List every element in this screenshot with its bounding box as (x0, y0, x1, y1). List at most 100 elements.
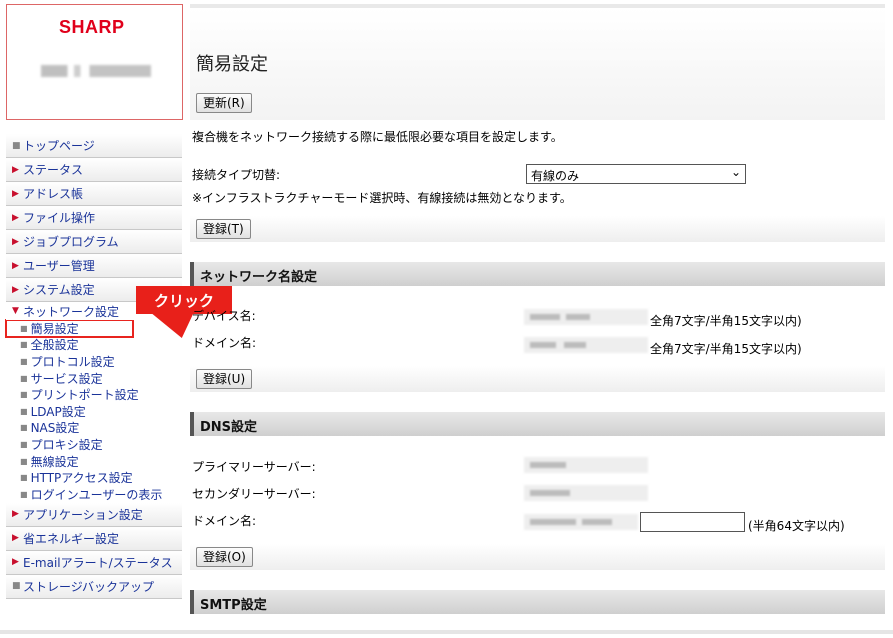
sidebar-subitem-login-users[interactable]: ■ ログインユーザーの表示 (6, 486, 182, 503)
sidebar-item-file-ops[interactable]: ▶ ファイル操作 (6, 206, 182, 230)
page: SHARP ■ トップページ ▶ ステータス ▶ アドレス帳 ▶ ファイル操作 … (0, 0, 893, 638)
triangle-right-icon: ▶ (12, 509, 19, 520)
triangle-right-icon: ▶ (12, 188, 19, 199)
domain-name-hint: 全角7文字/半角15文字以内) (650, 342, 802, 356)
sidebar-subitem-proxy[interactable]: ■ プロキシ設定 (6, 436, 182, 453)
sidebar-item-label: ストレージバックアップ (23, 579, 155, 594)
sidebar-subitem-label: 無線設定 (30, 454, 79, 469)
sidebar-subitem-protocol[interactable]: ■ プロトコル設定 (6, 353, 182, 370)
connection-note: ※インフラストラクチャーモード選択時、有線接続は無効となります。 (192, 191, 572, 205)
chevron-down-icon: ⌄ (730, 165, 741, 179)
sidebar-subitem-label: サービス設定 (30, 371, 103, 386)
square-bullet-icon: ■ (20, 406, 28, 416)
title-band: 簡易設定 (190, 4, 885, 120)
triangle-right-icon: ▶ (12, 284, 19, 295)
sidebar-item-email-alert[interactable]: ▶ E-mailアラート/ステータス (6, 550, 182, 575)
sidebar-subitem-http-access[interactable]: ■ HTTPアクセス設定 (6, 469, 182, 486)
sidebar-item-label: ステータス (23, 163, 84, 177)
section-dns: DNS設定 (190, 412, 885, 436)
sidebar-subitem-label: 簡易設定 (30, 321, 79, 336)
square-bullet-icon: ■ (20, 473, 28, 483)
sidebar-subitem-wireless[interactable]: ■ 無線設定 (6, 453, 182, 470)
sidebar-menu: ■ トップページ ▶ ステータス ▶ アドレス帳 ▶ ファイル操作 ▶ ジョブプ… (5, 134, 182, 599)
sidebar-item-label: ファイル操作 (23, 211, 96, 225)
primary-server-label: プライマリーサーバー: (192, 460, 316, 474)
secondary-server-field-blurred[interactable] (524, 485, 648, 501)
sidebar-item-label: アドレス帳 (23, 187, 84, 201)
domain-name-field-blurred[interactable] (524, 337, 648, 353)
sidebar-subitem-label: プロキシ設定 (30, 437, 103, 452)
connection-type-select[interactable]: 有線のみ ⌄ (526, 164, 746, 184)
bottom-border (0, 630, 893, 634)
register-u-button[interactable]: 登録(U) (196, 369, 253, 389)
connection-type-value: 有線のみ (531, 169, 580, 183)
square-bullet-icon: ■ (20, 340, 28, 350)
triangle-right-icon: ▶ (12, 533, 19, 544)
section-title: DNS設定 (200, 420, 258, 435)
sidebar-item-storage-backup[interactable]: ■ ストレージバックアップ (6, 574, 182, 599)
square-bullet-icon: ■ (20, 323, 28, 333)
dns-domain-field-blurred[interactable] (524, 514, 638, 530)
section-smtp: SMTP設定 (190, 590, 885, 614)
sidebar-subitem-easy-settings[interactable]: ■ 簡易設定 (5, 319, 134, 338)
connection-type-label: 接続タイプ切替: (192, 168, 281, 182)
square-bullet-icon: ■ (20, 423, 28, 433)
sidebar-subitem-service[interactable]: ■ サービス設定 (6, 370, 182, 387)
secondary-server-label: セカンダリーサーバー: (192, 487, 316, 501)
sidebar-item-label: E-mailアラート/ステータス (23, 555, 173, 570)
sidebar-subitem-label: HTTPアクセス設定 (30, 471, 133, 486)
page-title: 簡易設定 (196, 54, 268, 75)
register-bar-o (190, 544, 885, 570)
sidebar-item-user-mgmt[interactable]: ▶ ユーザー管理 (6, 254, 182, 278)
sidebar-subitem-label: 全般設定 (30, 338, 79, 353)
square-bullet-icon: ■ (12, 581, 21, 592)
sidebar-subitem-label: NAS設定 (30, 421, 80, 436)
sidebar-item-address-book[interactable]: ▶ アドレス帳 (6, 182, 182, 206)
sidebar-item-status[interactable]: ▶ ステータス (6, 158, 182, 182)
section-network-name: ネットワーク名設定 (190, 262, 885, 286)
sidebar-item-label: アプリケーション設定 (23, 507, 143, 522)
section-title: SMTP設定 (200, 598, 267, 613)
primary-server-field-blurred[interactable] (524, 457, 648, 473)
sidebar-subitem-label: LDAP設定 (30, 404, 86, 419)
register-o-button[interactable]: 登録(O) (196, 547, 253, 567)
device-name-field-blurred[interactable] (524, 309, 648, 325)
sidebar-item-energy-saving[interactable]: ▶ 省エネルギー設定 (6, 526, 182, 551)
sidebar-item-label: システム設定 (23, 283, 95, 297)
register-t-button[interactable]: 登録(T) (196, 219, 251, 239)
domain-name-label: ドメイン名: (192, 336, 257, 350)
sidebar-subitem-label: プロトコル設定 (30, 354, 115, 369)
sidebar-item-label: ユーザー管理 (23, 259, 95, 273)
triangle-right-icon: ▶ (12, 236, 19, 247)
sidebar-subitem-general[interactable]: ■ 全般設定 (6, 337, 182, 354)
triangle-down-icon: ▼ (12, 306, 19, 316)
register-bar-u (190, 366, 885, 392)
dns-domain-label: ドメイン名: (192, 514, 257, 528)
sidebar-subitem-ldap[interactable]: ■ LDAP設定 (6, 403, 182, 420)
sidebar-item-label: ジョブプログラム (23, 235, 119, 249)
square-bullet-icon: ■ (20, 356, 28, 366)
sidebar-subitem-nas[interactable]: ■ NAS設定 (6, 420, 182, 437)
register-bar-t (190, 216, 885, 242)
sidebar-item-label: トップページ (23, 139, 95, 153)
triangle-right-icon: ▶ (12, 212, 19, 223)
sidebar-item-top[interactable]: ■ トップページ (6, 134, 182, 158)
refresh-button[interactable]: 更新(R) (196, 93, 252, 113)
square-bullet-icon: ■ (20, 390, 28, 400)
sidebar-item-label: ネットワーク設定 (23, 304, 120, 319)
intro-text: 複合機をネットワーク接続する際に最低限必要な項目を設定します。 (192, 130, 563, 144)
sidebar-item-job-program[interactable]: ▶ ジョブプログラム (6, 230, 182, 254)
logo-panel: SHARP (6, 4, 183, 120)
triangle-right-icon: ▶ (12, 557, 19, 568)
section-title: ネットワーク名設定 (200, 270, 318, 285)
sidebar-item-label: 省エネルギー設定 (23, 531, 120, 546)
square-bullet-icon: ■ (20, 439, 28, 449)
sidebar-subitem-print-port[interactable]: ■ プリントポート設定 (6, 386, 182, 403)
sidebar-item-applications[interactable]: ▶ アプリケーション設定 (6, 502, 182, 527)
dns-domain-hint: (半角64文字以内) (748, 519, 845, 533)
device-name-hint: 全角7文字/半角15文字以内) (650, 314, 802, 328)
brand-logo: SHARP (59, 17, 125, 37)
triangle-right-icon: ▶ (12, 164, 19, 175)
dns-domain-input[interactable] (640, 512, 745, 532)
square-bullet-icon: ■ (20, 373, 28, 383)
